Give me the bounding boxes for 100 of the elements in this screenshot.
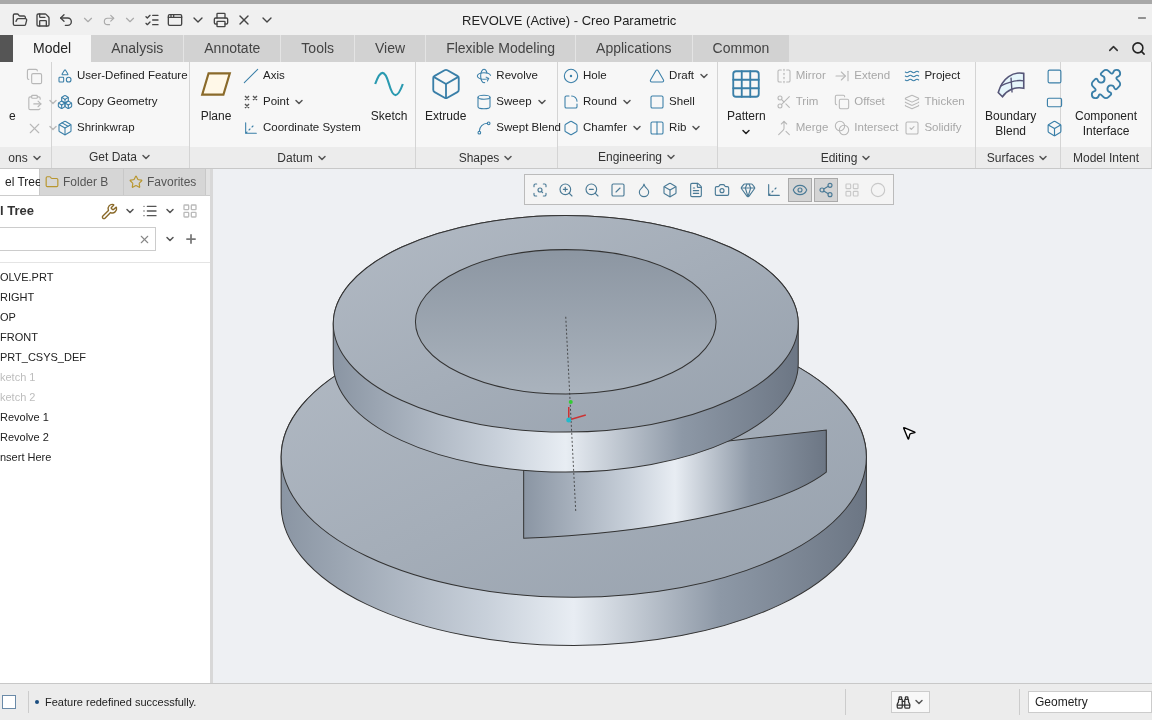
x-marks-icon <box>243 94 259 110</box>
group-menu-button[interactable]: Model Intent <box>1061 147 1151 168</box>
folder-button[interactable] <box>12 11 28 28</box>
tree-item[interactable]: PRT_CSYS_DEF <box>0 347 210 367</box>
tree-item[interactable]: RIGHT <box>0 287 210 307</box>
triangle-icon <box>649 68 666 84</box>
tree-item[interactable]: FRONT <box>0 327 210 347</box>
circle-dot-icon <box>563 68 579 84</box>
tree-item[interactable]: OLVE.PRT <box>0 267 210 287</box>
ribbon-button[interactable]: Chamfer <box>563 115 644 141</box>
ribbon-button[interactable]: Extrude <box>421 63 471 147</box>
boxes-icon <box>57 94 73 110</box>
cube-icon <box>1046 119 1064 137</box>
camera-icon <box>714 181 730 198</box>
sheet-icon <box>688 181 704 198</box>
checkbox-icon[interactable] <box>2 695 16 709</box>
hexagon-icon <box>563 120 579 136</box>
check-square-icon <box>904 120 921 136</box>
shapes-icon <box>57 68 73 84</box>
printer-button[interactable] <box>213 11 229 28</box>
package-icon <box>57 120 73 136</box>
ribbon-button[interactable]: Sketch <box>366 63 412 147</box>
ribbon-tab[interactable]: Applications <box>576 35 693 62</box>
ribbon-tab[interactable]: Annotate <box>184 35 282 62</box>
ribbon-button[interactable]: Shrinkwrap <box>57 115 188 141</box>
folder-icon <box>45 175 59 189</box>
ribbon-button[interactable]: Hole <box>563 63 644 89</box>
ribbon-button[interactable]: Swept Blend <box>476 115 561 141</box>
ribbon-button[interactable]: Sweep <box>476 89 561 115</box>
wrench-icon[interactable] <box>101 202 118 220</box>
ribbon-button[interactable]: Project <box>904 63 965 89</box>
plus-icon[interactable] <box>184 232 198 246</box>
group-menu-button[interactable]: Surfaces <box>976 147 1060 168</box>
ribbon-button[interactable]: Plane <box>195 63 237 147</box>
group-menu-button[interactable]: Shapes <box>416 147 557 168</box>
ribbon-tab[interactable]: Model <box>13 35 92 62</box>
tree-item[interactable]: OP <box>0 307 210 327</box>
ribbon-button[interactable]: e <box>5 63 20 147</box>
waves-icon <box>904 68 921 84</box>
puzzle-icon <box>1089 67 1123 101</box>
binoculars-icon <box>896 694 911 710</box>
group-menu-button[interactable]: ons <box>0 147 51 168</box>
copy-icon <box>834 94 851 110</box>
ribbon-tab[interactable]: Tools <box>281 35 356 62</box>
copy-icon <box>25 67 43 85</box>
grid-icon <box>844 181 860 198</box>
ribbon-tab[interactable]: Common <box>692 35 791 62</box>
ribbon-button[interactable]: Revolve <box>476 63 561 89</box>
ribbon-button[interactable]: Draft <box>649 63 711 89</box>
ribbon-button[interactable]: Point <box>243 89 361 115</box>
list-icon[interactable] <box>142 203 158 219</box>
folder-icon <box>12 11 28 28</box>
square-slash-icon <box>610 181 626 198</box>
toolbar-button[interactable] <box>788 177 812 202</box>
tree-item[interactable]: Revolve 2 <box>0 427 210 447</box>
ribbon-button[interactable]: User-Defined Feature <box>57 63 188 89</box>
zoom-fit-icon <box>532 181 548 198</box>
windows-icon <box>167 11 183 28</box>
undo-button[interactable] <box>58 11 74 28</box>
rounded-corner-icon <box>563 94 579 110</box>
ribbon-button[interactable]: Component Interface <box>1066 63 1146 147</box>
group-menu-button[interactable]: Engineering <box>558 146 717 168</box>
panel-tab[interactable]: Favorites <box>124 169 206 195</box>
bullet-icon <box>35 700 39 704</box>
tree-item[interactable]: Revolve 1 <box>0 407 210 427</box>
ribbon-button[interactable]: Pattern <box>723 63 770 147</box>
ribbon-tab[interactable]: Flexible Modeling <box>426 35 577 62</box>
ribbon-tab[interactable]: View <box>355 35 427 62</box>
overlap-icon <box>834 120 851 136</box>
ribbon-button[interactable]: Boundary Blend <box>981 63 1041 147</box>
ribbon-button[interactable]: Round <box>563 89 644 115</box>
ribbon-button[interactable]: Rib <box>649 115 711 141</box>
undo-icon <box>58 11 74 28</box>
ribbon-button[interactable]: Copy Geometry <box>57 89 188 115</box>
search-field[interactable] <box>0 227 156 251</box>
tree-item[interactable]: nsert Here <box>0 447 210 467</box>
find-button[interactable] <box>891 691 930 713</box>
mirror-icon <box>775 68 792 84</box>
ribbon-button[interactable]: Axis <box>243 63 361 89</box>
group-menu-button[interactable]: Editing <box>718 147 975 168</box>
group-menu-button[interactable]: Datum <box>190 147 415 168</box>
arrow-to-line-icon <box>834 68 851 84</box>
save-button[interactable] <box>35 11 51 28</box>
square-icon <box>649 94 666 110</box>
panel-tab[interactable]: Folder B <box>40 169 124 195</box>
axes-icon <box>766 181 782 198</box>
mouse-pointer-icon <box>901 425 917 441</box>
nodes-icon <box>818 181 834 198</box>
search-icon[interactable] <box>1131 41 1146 56</box>
windows-button[interactable] <box>167 11 183 28</box>
selection-filter-field[interactable]: Geometry <box>1028 691 1152 713</box>
ribbon-button[interactable]: Shell <box>649 89 711 115</box>
merge-icon <box>775 120 792 136</box>
ribbon-button[interactable]: Coordinate System <box>243 115 361 141</box>
square-icon <box>1046 67 1064 85</box>
toolbar-button[interactable] <box>814 177 838 202</box>
group-menu-button[interactable]: Get Data <box>52 146 189 168</box>
star-icon <box>129 175 143 189</box>
ribbon-tab[interactable]: Analysis <box>91 35 185 62</box>
printer-icon <box>213 11 229 28</box>
